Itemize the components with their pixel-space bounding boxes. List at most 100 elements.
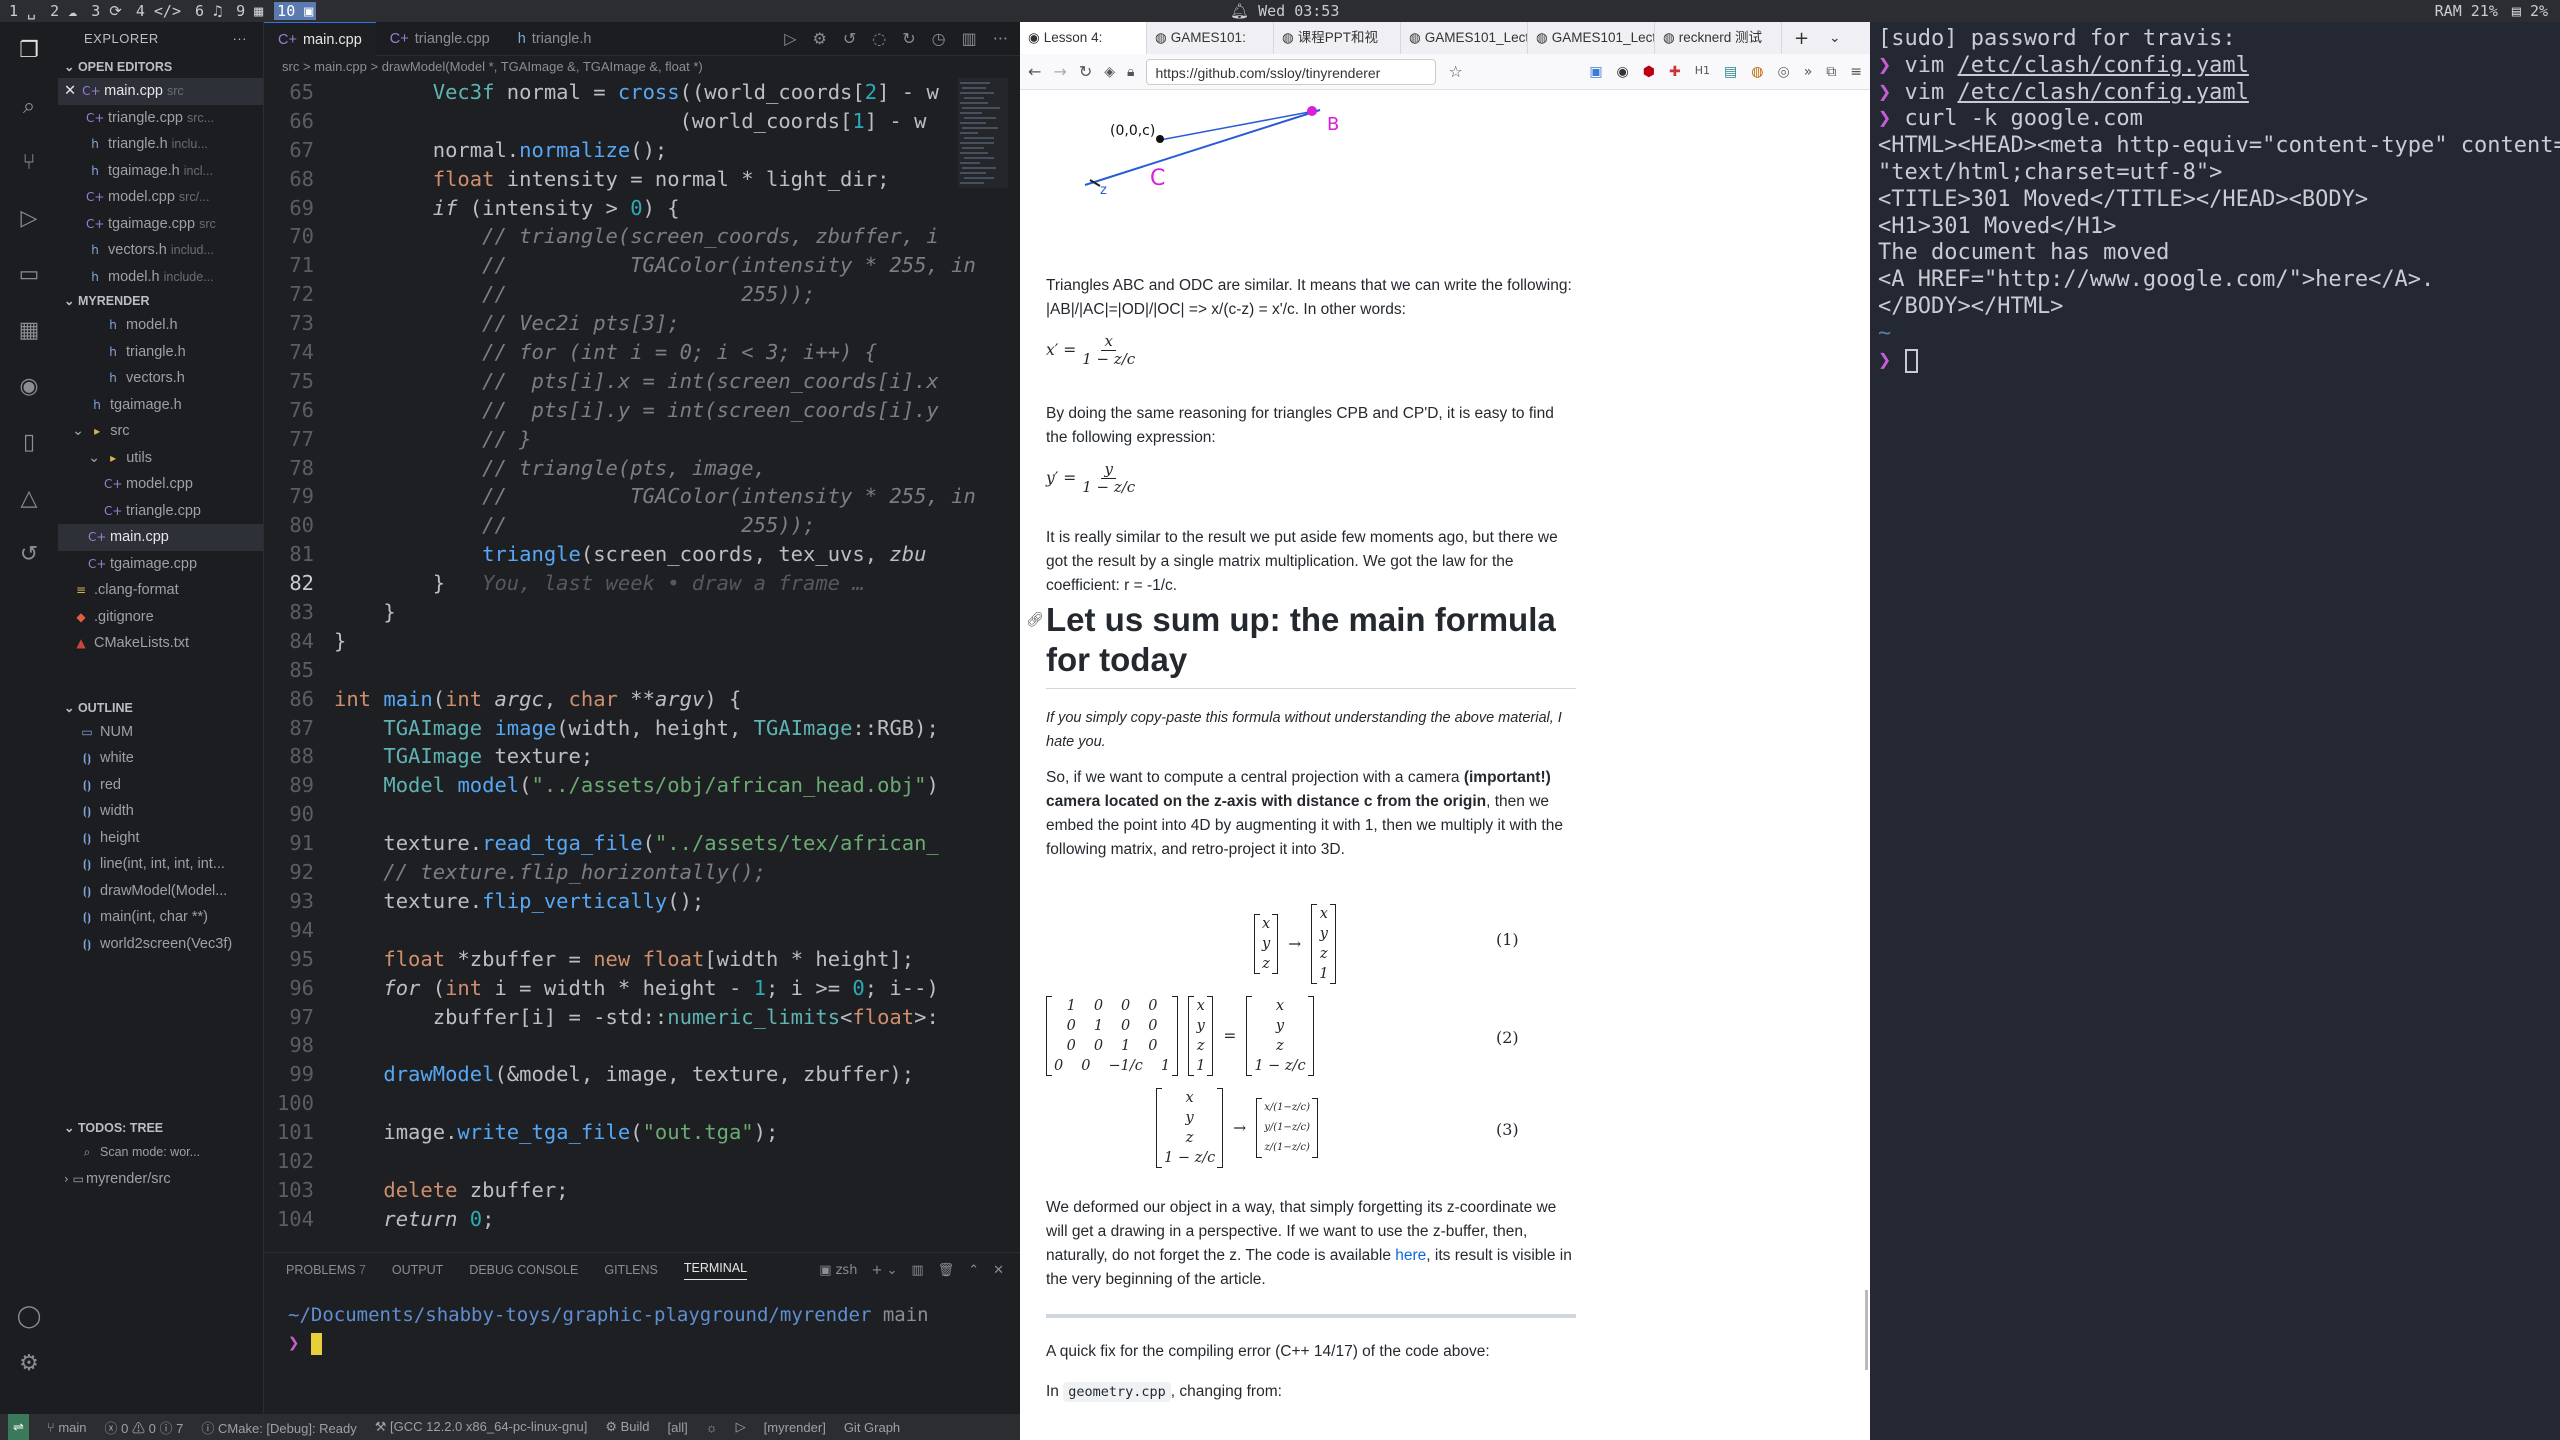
tab-gitlens[interactable]: GITLENS (604, 1263, 658, 1277)
tree-item[interactable]: ▲ CMakeLists.txt (58, 630, 263, 657)
outline-item[interactable]: ⦗⦘ width (58, 798, 263, 825)
editor-tab[interactable]: C+ triangle.cpp (376, 22, 504, 56)
status-project[interactable]: [myrender] (764, 1420, 826, 1435)
browser-tab[interactable]: ◉ Lesson 4: (1020, 22, 1147, 54)
bookmarks-icon[interactable]: ▯ (14, 428, 44, 458)
open-editor-item[interactable]: h model.h include... (58, 264, 263, 291)
todo-item[interactable]: › ▭ myrender/src (58, 1166, 263, 1193)
shield-icon[interactable]: ◈ (1104, 64, 1115, 80)
gear-icon[interactable]: ⚙ (813, 29, 827, 48)
code-view[interactable]: 65 Vec3f normal = cross((world_coords[2]… (264, 78, 1020, 1254)
source-control-icon[interactable]: ⑂ (14, 148, 44, 178)
status-kit[interactable]: ⚒ [GCC 12.2.0 x86_64-pc-linux-gnu] (375, 1419, 588, 1435)
page-content[interactable]: (0,0,c) B C z Triangles ABC and ODC are … (1020, 90, 1870, 1440)
code-line[interactable]: 84} (264, 627, 1020, 656)
browser-tab[interactable]: ◍ GAMES101_Lect (1528, 22, 1655, 54)
code-line[interactable]: 96 for (int i = width * height - 1; i >=… (264, 974, 1020, 1003)
outline-item[interactable]: ⦗⦘ height (58, 825, 263, 852)
cmake-icon[interactable]: △ (14, 484, 44, 514)
outline-item[interactable]: ▭ NUM (58, 719, 263, 746)
extension-translate-icon[interactable]: ▣ (1589, 64, 1602, 80)
workspace-button[interactable]: 10 ▣ (274, 2, 317, 20)
compare-icon[interactable]: ◌ (872, 29, 886, 48)
code-line[interactable]: 94 (264, 916, 1020, 945)
tree-item[interactable]: C+ main.cpp (58, 524, 263, 551)
code-line[interactable]: 87 TGAImage image(width, height, TGAImag… (264, 714, 1020, 743)
extension-cookie-icon[interactable]: ◎ (1777, 64, 1789, 80)
tree-item[interactable]: h vectors.h (58, 365, 263, 392)
extensions-puzzle-icon[interactable]: ⧉ (1826, 64, 1836, 80)
workspace-button[interactable]: 9 ▦ (233, 2, 266, 20)
settings-gear-icon[interactable]: ⚙ (19, 1351, 39, 1376)
code-line[interactable]: 70 // triangle(screen_coords, zbuffer, i (264, 222, 1020, 251)
code-line[interactable]: 65 Vec3f normal = cross((world_coords[2]… (264, 78, 1020, 107)
integrated-terminal[interactable]: ~/Documents/shabby-toys/graphic-playgrou… (264, 1287, 1020, 1357)
code-line[interactable]: 92 // texture.flip_horizontally(); (264, 858, 1020, 887)
terminal-shell-selector[interactable]: ▣ zsh (819, 1263, 857, 1278)
code-line[interactable]: 93 texture.flip_vertically(); (264, 887, 1020, 916)
code-line[interactable]: 82 } You, last week • draw a frame … (264, 569, 1020, 598)
reload-icon[interactable]: ↻ (1079, 62, 1092, 81)
browser-tab[interactable]: ◍ GAMES101_Lect (1401, 22, 1528, 54)
tree-item[interactable]: C+ tgaimage.cpp (58, 551, 263, 578)
new-tab-icon[interactable]: + (1782, 28, 1821, 49)
browser-tab[interactable]: ◍ recknerd 测试 (1655, 22, 1782, 54)
chevron-down-icon[interactable]: ⌄ (88, 450, 104, 466)
open-editor-item[interactable]: ✕ C+ main.cpp src (58, 78, 263, 105)
tree-item[interactable]: ⌄ ▸ src (58, 418, 263, 445)
page-scrollbar[interactable] (1865, 1290, 1868, 1370)
code-line[interactable]: 104 return 0; (264, 1205, 1020, 1234)
tree-item[interactable]: ⌄ ▸ utils (58, 445, 263, 472)
anchor-link-icon[interactable]: 🔗︎ (1026, 608, 1044, 632)
todo-item[interactable]: ⌕ Scan mode: wor... (58, 1139, 263, 1166)
extension-h1-icon[interactable]: H1 (1695, 64, 1710, 80)
tree-item[interactable]: C+ triangle.cpp (58, 498, 263, 525)
trash-icon[interactable]: 🗑︎ (938, 1263, 955, 1278)
code-line[interactable]: 95 float *zbuffer = new float[width * he… (264, 945, 1020, 974)
editor-tab[interactable]: h triangle.h (504, 22, 606, 56)
minimap[interactable] (958, 78, 1008, 278)
open-editor-item[interactable]: h vectors.h includ... (58, 237, 263, 264)
chevron-down-icon[interactable]: ⌄ (72, 423, 88, 439)
workspace-button[interactable]: 3 ⟳ (88, 2, 125, 20)
tree-item[interactable]: ◆ .gitignore (58, 604, 263, 631)
code-line[interactable]: 85 (264, 656, 1020, 685)
timeline-icon[interactable]: ↺ (14, 540, 44, 570)
bookmark-star-icon[interactable]: ☆ (1448, 62, 1462, 81)
code-link[interactable]: here (1395, 1247, 1426, 1264)
code-line[interactable]: 75 // pts[i].x = int(screen_coords[i].x (264, 367, 1020, 396)
app-menu-icon[interactable]: ≡ (1850, 64, 1862, 80)
open-editor-item[interactable]: C+ model.cpp src/... (58, 184, 263, 211)
status-build[interactable]: ⚙ Build (605, 1419, 649, 1435)
overflow-menu-icon[interactable]: » (1804, 64, 1813, 80)
outline-item[interactable]: ⦗⦘ world2screen(Vec3f) (58, 931, 263, 958)
code-line[interactable]: 98 (264, 1031, 1020, 1060)
extension-save-icon[interactable]: ▤ (1724, 64, 1737, 80)
todos-header[interactable]: ⌄ TODOS: TREE (58, 1117, 263, 1139)
tab-problems[interactable]: PROBLEMS 7 (286, 1263, 366, 1277)
run-icon[interactable]: ▷ (784, 29, 796, 48)
project-header[interactable]: ⌄ MYRENDER (58, 290, 263, 312)
forward-icon[interactable]: ↻ (902, 29, 915, 48)
github-icon[interactable]: ◉ (14, 372, 44, 402)
tree-item[interactable]: C+ model.cpp (58, 471, 263, 498)
code-line[interactable]: 86 int main(int argc, char **argv) { (264, 685, 1020, 714)
code-line[interactable]: 81 triangle(screen_coords, tex_uvs, zbu (264, 540, 1020, 569)
code-line[interactable]: 71 // TGAColor(intensity * 255, in (264, 251, 1020, 280)
workspace-button[interactable]: 2 ☁ (47, 2, 80, 20)
code-line[interactable]: 101 image.write_tga_file("out.tga"); (264, 1118, 1020, 1147)
open-editor-item[interactable]: h tgaimage.h incl... (58, 158, 263, 185)
code-line[interactable]: 77 // } (264, 425, 1020, 454)
workspace-button[interactable]: 1 ␣ (6, 2, 39, 20)
workspace-button[interactable]: 4 </> (133, 2, 184, 20)
forward-icon[interactable]: → (1053, 62, 1066, 81)
run-debug-icon[interactable]: ▷ (14, 204, 44, 234)
code-line[interactable]: 103 delete zbuffer; (264, 1176, 1020, 1205)
status-cmake[interactable]: ⓘ CMake: [Debug]: Ready (201, 1418, 356, 1437)
tree-item[interactable]: ≡ .clang-format (58, 577, 263, 604)
code-line[interactable]: 67 normal.normalize(); (264, 136, 1020, 165)
code-line[interactable]: 79 // TGAColor(intensity * 255, in (264, 482, 1020, 511)
code-line[interactable]: 99 drawModel(&model, image, texture, zbu… (264, 1060, 1020, 1089)
code-line[interactable]: 76 // pts[i].y = int(screen_coords[i].y (264, 396, 1020, 425)
status-branch[interactable]: ⑂ main (47, 1420, 87, 1435)
